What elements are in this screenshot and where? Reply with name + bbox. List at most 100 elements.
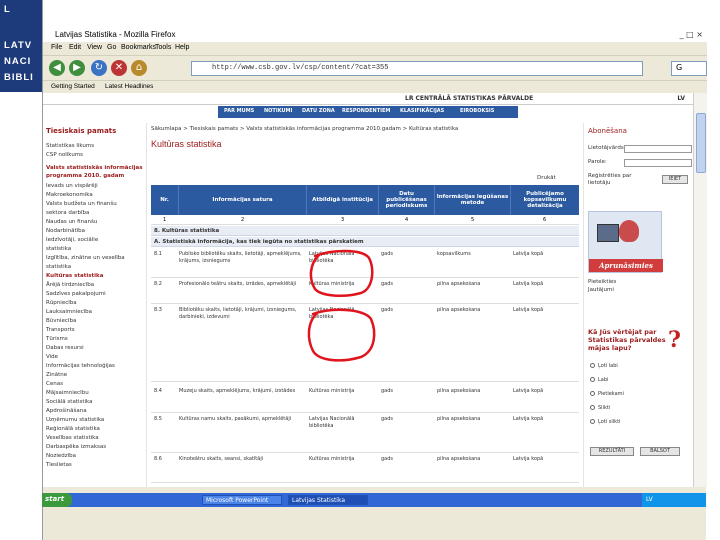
cell-period: gads [381, 388, 394, 394]
menu-file[interactable]: File [51, 44, 62, 51]
sidebar-link-program-2[interactable]: programma 2010. gadam [46, 173, 124, 179]
poll-radio[interactable] [590, 419, 595, 424]
menu-tools[interactable]: Tools [155, 44, 171, 51]
poll-radio[interactable] [590, 377, 595, 382]
nav-eiroboksis[interactable]: EIROBOKSIS [460, 108, 494, 114]
sidebar-item[interactable]: statistika [46, 246, 71, 252]
sidebar-item[interactable]: Uzņēmumu statistika [46, 417, 104, 423]
register-link[interactable]: Reģistrēties par lietotāju [588, 173, 648, 187]
sidebar-item[interactable]: Tieslietas [46, 462, 72, 468]
menu-go[interactable]: Go [107, 44, 116, 51]
navigation-toolbar: ◀ ▶ ↻ ✕ ⌂ http://www.csb.gov.lv/csp/cont… [43, 55, 707, 81]
nav-par-mums[interactable]: PAR MUMS [224, 108, 254, 114]
sidebar-item[interactable]: Veselības statistika [46, 435, 99, 441]
sidebar-item[interactable]: Lauksaimniecība [46, 309, 92, 315]
bookmark-getting-started[interactable]: Getting Started [51, 83, 95, 90]
sidebar-link-csp-regulation[interactable]: CSP nolikums [46, 152, 83, 158]
sidebar-item[interactable]: Ārējā tirdzniecība [46, 282, 94, 288]
chat-link-apply[interactable]: Pieteikties [588, 279, 616, 285]
system-tray[interactable]: LV [642, 493, 706, 507]
sidebar-item[interactable]: Valsts budžeta un finanšu [46, 201, 117, 207]
sidebar-item[interactable]: Cenas [46, 381, 63, 387]
sidebar-item-culture[interactable]: Kultūras statistika [46, 273, 103, 279]
task-firefox[interactable]: Latvijas Statistika [288, 495, 368, 505]
cell-nr: 8.1 [154, 251, 162, 257]
back-icon[interactable]: ◀ [49, 60, 65, 76]
menu-bookmarks[interactable]: Bookmarks [121, 44, 156, 51]
search-input[interactable]: G [671, 61, 707, 76]
poll-vote-button[interactable]: BALSOT [640, 447, 680, 456]
sidebar-item[interactable]: statistika [46, 264, 71, 270]
bookmark-latest-headlines[interactable]: Latest Headlines [105, 83, 153, 90]
login-button[interactable]: IEIET [662, 175, 688, 184]
site-name: LR CENTRĀLĀ STATISTIKAS PĀRVALDE [405, 95, 534, 102]
username-input[interactable] [624, 145, 692, 153]
address-bar[interactable]: http://www.csb.gov.lv/csp/content/?cat=3… [191, 61, 643, 76]
header-institution: Atbildīgā institūcija [307, 185, 379, 215]
cell-method: pilna apsekošana [437, 416, 481, 422]
sidebar-item[interactable]: Transports [46, 327, 75, 333]
start-button[interactable]: start [42, 493, 72, 507]
window-controls[interactable]: _ □ × [680, 30, 703, 39]
chat-banner-text: Aprunāsimies [589, 259, 663, 272]
sidebar-item[interactable]: Dabas resursi [46, 345, 84, 351]
poll-radio[interactable] [590, 405, 595, 410]
vertical-scrollbar[interactable] [693, 93, 707, 487]
sidebar-item[interactable]: Darbaspēka izmaksas [46, 444, 106, 450]
sidebar-item[interactable]: Būvniecība [46, 318, 76, 324]
sidebar-item[interactable]: Ievads un vispārēji [46, 183, 98, 189]
cell-content: Publisko bibliotēku skaits, lietotāji, a… [179, 251, 302, 264]
menu-view[interactable]: View [87, 44, 102, 51]
sidebar-item[interactable]: Noziedzība [46, 453, 76, 459]
forward-icon[interactable]: ▶ [69, 60, 85, 76]
sidebar-item[interactable]: Reģionālā statistika [46, 426, 100, 432]
password-input[interactable] [624, 159, 692, 167]
home-icon[interactable]: ⌂ [131, 60, 147, 76]
poll-radio[interactable] [590, 363, 595, 368]
sidebar-item[interactable]: Rūpniecība [46, 300, 77, 306]
table-row: 8.5 Kultūras namu skaits, pasākumi, apme… [151, 413, 579, 453]
table-row: 8.4 Muzeju skaits, apmeklējums, krājumi,… [151, 385, 579, 413]
sidebar-item[interactable]: Informācijas tehnoloģijas [46, 363, 115, 369]
print-link[interactable]: Drukāt [537, 175, 556, 181]
menu-help[interactable]: Help [175, 44, 189, 51]
cell-detail: Latvija kopā [513, 456, 544, 462]
login-title: Abonēšana [588, 127, 627, 135]
chat-link-questions[interactable]: Jautājumi [588, 287, 614, 293]
sidebar-item[interactable]: Nodarbinātība [46, 228, 85, 234]
nav-klasifikacijas[interactable]: KLASIFIKĀCIJAS [400, 108, 444, 114]
cell-detail: Latvija kopā [513, 251, 544, 257]
stop-icon[interactable]: ✕ [111, 60, 127, 76]
language-switch[interactable]: LV [677, 95, 685, 102]
chat-banner[interactable]: Aprunāsimies [588, 211, 663, 273]
poll-radio[interactable] [590, 391, 595, 396]
task-powerpoint[interactable]: Microsoft PowerPoint [202, 495, 282, 505]
nav-datu-zona[interactable]: DATU ZONA [302, 108, 335, 114]
menu-edit[interactable]: Edit [69, 44, 81, 51]
sidebar-link-program-1[interactable]: Valsts statistiskās informācijas [46, 165, 143, 171]
sidebar-link-statistics-law[interactable]: Statistikas likums [46, 143, 94, 149]
menu-bar: File Edit View Go Bookmarks Tools Help [43, 42, 707, 55]
sidebar-item[interactable]: Naudas un finanšu [46, 219, 97, 225]
sidebar-item[interactable]: Apdrošināšana [46, 408, 87, 414]
library-logo: L LATV NACI BIBLI [0, 0, 42, 540]
nav-notikumi[interactable]: NOTIKUMI [264, 108, 292, 114]
breadcrumb[interactable]: Sākumlapa > Tiesiskais pamats > Valsts s… [151, 126, 458, 132]
sidebar-item[interactable]: Vide [46, 354, 58, 360]
sidebar-item[interactable]: Iedzīvotāji, sociālie [46, 237, 98, 243]
cell-content: Muzeju skaits, apmeklējums, krājumi, izs… [179, 388, 296, 394]
sidebar-item[interactable]: sektora darbība [46, 210, 89, 216]
sidebar-item[interactable]: Sociālā statistika [46, 399, 93, 405]
sidebar-item[interactable]: Mājsaimniecību [46, 390, 89, 396]
sidebar-item[interactable]: Zinātne [46, 372, 67, 378]
scrollbar-thumb[interactable] [696, 113, 706, 173]
sidebar-item[interactable]: Izglītība, zinātne un veselība [46, 255, 125, 261]
poll-results-button[interactable]: REZULTĀTI [590, 447, 634, 456]
nav-respondentiem[interactable]: RESPONDENTIEM [342, 108, 390, 114]
header-nr: Nr. [151, 185, 179, 215]
sidebar-item[interactable]: Makroekonomika [46, 192, 93, 198]
sidebar-item[interactable]: Tūrisms [46, 336, 68, 342]
sidebar-item[interactable]: Sadzīves pakalpojumi [46, 291, 106, 297]
site-header: LR CENTRĀLĀ STATISTIKAS PĀRVALDE LV [43, 93, 693, 105]
reload-icon[interactable]: ↻ [91, 60, 107, 76]
